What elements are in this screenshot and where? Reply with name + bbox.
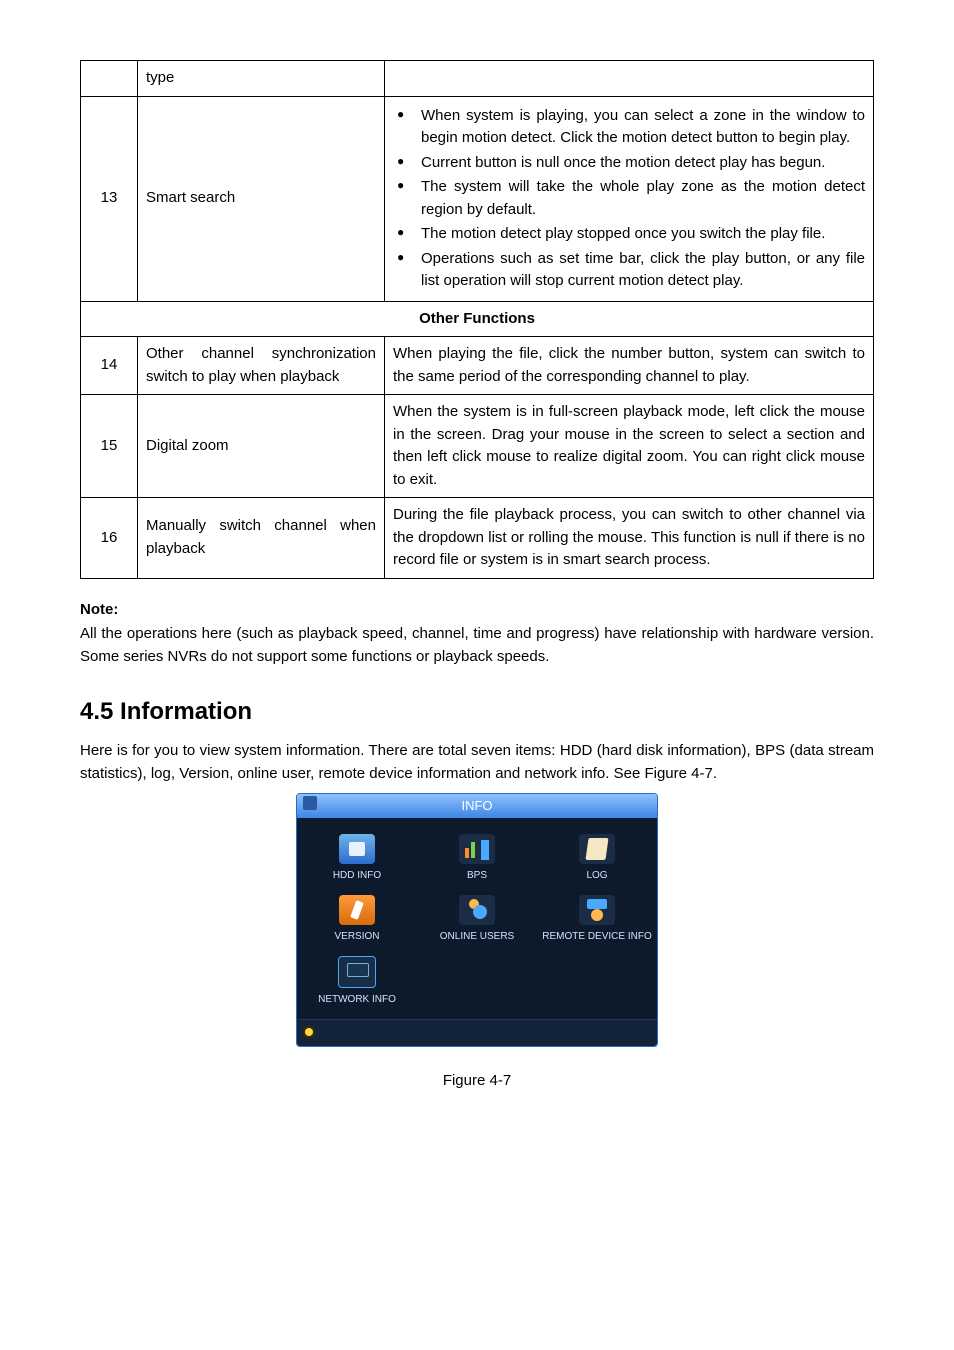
cell-num: 13 bbox=[81, 96, 138, 301]
note-body: All the operations here (such as playbac… bbox=[80, 623, 874, 668]
cell-content: When the system is in full-screen playba… bbox=[385, 395, 874, 498]
table-row: 14 Other channel synchronization switch … bbox=[81, 337, 874, 395]
cell-num bbox=[81, 61, 138, 97]
cell-content bbox=[385, 61, 874, 97]
spec-table: type 13 Smart search When system is play… bbox=[80, 60, 874, 579]
cell-label: Smart search bbox=[138, 96, 385, 301]
info-label: LOG bbox=[541, 868, 653, 883]
info-item-empty bbox=[417, 950, 537, 1013]
info-label: NETWORK INFO bbox=[301, 992, 413, 1007]
cell-label: Manually switch channel when playback bbox=[138, 498, 385, 579]
remote-device-icon bbox=[579, 895, 615, 925]
bullet-item: The system will take the whole play zone… bbox=[393, 176, 865, 221]
section-text: Here is for you to view system informati… bbox=[80, 740, 874, 785]
info-item-online-users[interactable]: ONLINE USERS bbox=[417, 889, 537, 950]
table-row: Other Functions bbox=[81, 301, 874, 337]
info-item-remote-device[interactable]: REMOTE DEVICE INFO bbox=[537, 889, 657, 950]
info-item-log[interactable]: LOG bbox=[537, 828, 657, 889]
info-dialog: INFO HDD INFO BPS LOG VERSION ONLINE USE… bbox=[296, 793, 658, 1047]
log-icon bbox=[579, 834, 615, 864]
figure: INFO HDD INFO BPS LOG VERSION ONLINE USE… bbox=[80, 793, 874, 1093]
cell-label: Digital zoom bbox=[138, 395, 385, 498]
bullet-item: Operations such as set time bar, click t… bbox=[393, 248, 865, 293]
bps-icon bbox=[459, 834, 495, 864]
cell-content: During the file playback process, you ca… bbox=[385, 498, 874, 579]
cell-content: When playing the file, click the number … bbox=[385, 337, 874, 395]
bullet-item: The motion detect play stopped once you … bbox=[393, 223, 865, 246]
dialog-title-text: INFO bbox=[461, 798, 492, 813]
info-item-version[interactable]: VERSION bbox=[297, 889, 417, 950]
users-icon bbox=[459, 895, 495, 925]
cell-num: 15 bbox=[81, 395, 138, 498]
table-row: 15 Digital zoom When the system is in fu… bbox=[81, 395, 874, 498]
info-item-network[interactable]: NETWORK INFO bbox=[297, 950, 417, 1013]
bullet-list: When system is playing, you can select a… bbox=[393, 105, 865, 293]
info-label: HDD INFO bbox=[301, 868, 413, 883]
hdd-icon bbox=[339, 834, 375, 864]
info-item-hdd[interactable]: HDD INFO bbox=[297, 828, 417, 889]
section-header: Other Functions bbox=[81, 301, 874, 337]
info-label: REMOTE DEVICE INFO bbox=[541, 929, 653, 944]
info-item-bps[interactable]: BPS bbox=[417, 828, 537, 889]
bullet-item: When system is playing, you can select a… bbox=[393, 105, 865, 150]
table-row: 13 Smart search When system is playing, … bbox=[81, 96, 874, 301]
dialog-footer bbox=[297, 1019, 657, 1046]
dialog-title: INFO bbox=[297, 794, 657, 818]
cell-num: 16 bbox=[81, 498, 138, 579]
info-label: BPS bbox=[421, 868, 533, 883]
figure-caption: Figure 4-7 bbox=[80, 1070, 874, 1093]
section-heading: 4.5 Information bbox=[80, 694, 874, 730]
cell-num: 14 bbox=[81, 337, 138, 395]
dialog-icon bbox=[303, 796, 317, 810]
version-icon bbox=[339, 895, 375, 925]
note-title: Note: bbox=[80, 599, 874, 622]
bullet-item: Current button is null once the motion d… bbox=[393, 152, 865, 175]
cell-content: When system is playing, you can select a… bbox=[385, 96, 874, 301]
info-label: VERSION bbox=[301, 929, 413, 944]
info-item-empty bbox=[537, 950, 657, 1013]
cell-label: type bbox=[138, 61, 385, 97]
table-row: 16 Manually switch channel when playback… bbox=[81, 498, 874, 579]
cell-label: Other channel synchronization switch to … bbox=[138, 337, 385, 395]
network-icon bbox=[338, 956, 376, 988]
info-label: ONLINE USERS bbox=[421, 929, 533, 944]
info-grid: HDD INFO BPS LOG VERSION ONLINE USERS RE… bbox=[297, 818, 657, 1019]
table-row: type bbox=[81, 61, 874, 97]
